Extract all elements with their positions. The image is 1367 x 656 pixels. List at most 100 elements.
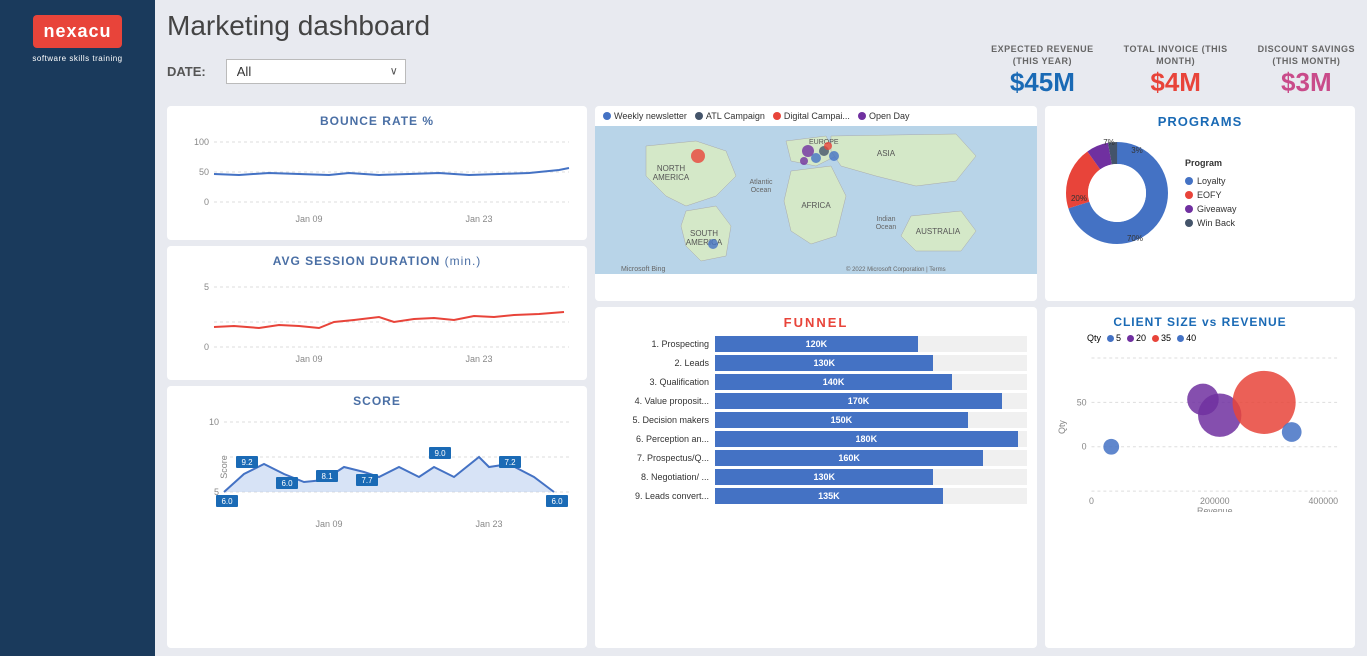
legend-label-digital: Digital Campai... <box>784 111 850 121</box>
funnel-bar-wrap-7: 130K <box>715 469 1027 485</box>
svg-text:0: 0 <box>204 197 209 207</box>
programs-legend: Program Loyalty EOFY Giveaway <box>1185 158 1237 228</box>
funnel-row-5: 6. Perception an... 180K <box>605 431 1027 447</box>
funnel-bar-value-4: 150K <box>831 415 853 425</box>
funnel-bar-wrap-8: 135K <box>715 488 1027 504</box>
page-header: Marketing dashboard DATE: All EXPECTED R… <box>167 10 1355 98</box>
funnel-label-5: 6. Perception an... <box>605 434 715 444</box>
funnel-bar-2: 140K <box>715 374 952 390</box>
svg-text:SOUTH: SOUTH <box>690 229 718 238</box>
client-legend-35: 35 <box>1152 333 1171 343</box>
map-body: NORTH AMERICA SOUTH AMERICA ASIA AFRICA … <box>595 126 1037 274</box>
funnel-row-0: 1. Prospecting 120K <box>605 336 1027 352</box>
client-size-title: CLIENT SIZE vs REVENUE <box>1057 315 1343 329</box>
prog-label-loyalty: Loyalty <box>1197 176 1226 186</box>
funnel-bar-wrap-5: 180K <box>715 431 1027 447</box>
svg-text:3%: 3% <box>1131 146 1143 155</box>
svg-text:20%: 20% <box>1071 194 1087 203</box>
svg-text:50: 50 <box>1077 398 1087 408</box>
middle-column: Weekly newsletter ATL Campaign Digital C… <box>595 106 1037 648</box>
logo-subtitle: software skills training <box>32 54 122 63</box>
funnel-bar-3: 170K <box>715 393 1002 409</box>
client-size-chart: 50 0 0 200000 400000 Qty Revenue <box>1057 347 1343 512</box>
legend-weekly-newsletter: Weekly newsletter <box>603 111 687 121</box>
svg-text:0: 0 <box>204 342 209 352</box>
map-legend: Weekly newsletter ATL Campaign Digital C… <box>595 106 1037 126</box>
svg-text:Qty: Qty <box>1057 420 1067 434</box>
top-bar: DATE: All EXPECTED REVENUE(THIS YEAR) $4… <box>167 44 1355 98</box>
svg-text:6.0: 6.0 <box>281 479 293 488</box>
svg-text:70%: 70% <box>1127 234 1143 243</box>
svg-text:6.0: 6.0 <box>221 497 233 506</box>
funnel-bar-wrap-6: 160K <box>715 450 1027 466</box>
funnel-row-6: 7. Prospectus/Q... 160K <box>605 450 1027 466</box>
kpi-discount-savings: DISCOUNT SAVINGS(THIS MONTH) $3M <box>1258 44 1355 98</box>
svg-text:5: 5 <box>204 282 209 292</box>
svg-text:Ocean: Ocean <box>751 187 772 194</box>
svg-text:0: 0 <box>1089 496 1094 506</box>
date-select[interactable]: All <box>226 59 406 84</box>
world-map-svg: NORTH AMERICA SOUTH AMERICA ASIA AFRICA … <box>595 126 1037 274</box>
programs-legend-title: Program <box>1185 158 1237 168</box>
bounce-rate-title: BOUNCE RATE % <box>179 114 575 128</box>
svg-text:AFRICA: AFRICA <box>801 201 831 210</box>
prog-label-eofy: EOFY <box>1197 190 1222 200</box>
client-size-card: CLIENT SIZE vs REVENUE Qty 5 20 35 40 <box>1045 307 1355 648</box>
logo: nexacu <box>33 15 121 48</box>
funnel-bar-7: 130K <box>715 469 933 485</box>
map-card: Weekly newsletter ATL Campaign Digital C… <box>595 106 1037 301</box>
score-card: SCORE 10 5 Score 6.0 <box>167 386 587 648</box>
legend-atl: ATL Campaign <box>695 111 765 121</box>
legend-openday: Open Day <box>858 111 910 121</box>
bounce-rate-chart: 100 50 0 Jan 09 Jan 23 <box>179 132 575 227</box>
funnel-bar-8: 135K <box>715 488 943 504</box>
legend-digital: Digital Campai... <box>773 111 850 121</box>
kpi-expected-revenue: EXPECTED REVENUE(THIS YEAR) $45M <box>991 44 1094 98</box>
svg-text:100: 100 <box>194 137 209 147</box>
svg-text:NORTH: NORTH <box>657 164 686 173</box>
prog-dot-giveaway <box>1185 205 1193 213</box>
date-label: DATE: <box>167 64 206 79</box>
avg-session-chart: 5 0 Jan 09 Jan 23 <box>179 272 575 367</box>
client-size-legend: Qty 5 20 35 40 <box>1087 333 1343 343</box>
date-select-wrap[interactable]: All <box>226 59 406 84</box>
funnel-bar-value-3: 170K <box>848 396 870 406</box>
svg-text:AMERICA: AMERICA <box>653 173 690 182</box>
prog-legend-eofy: EOFY <box>1185 190 1237 200</box>
svg-text:Ocean: Ocean <box>876 224 897 231</box>
svg-text:7.7: 7.7 <box>361 476 373 485</box>
legend-dot-openday <box>858 112 866 120</box>
donut-svg: 70% 20% 7% 3% <box>1057 133 1177 253</box>
svg-text:400000: 400000 <box>1308 496 1338 506</box>
funnel-label-7: 8. Negotiation/ ... <box>605 472 715 482</box>
funnel-bar-value-6: 160K <box>838 453 860 463</box>
funnel-bar-6: 160K <box>715 450 983 466</box>
svg-text:Jan 23: Jan 23 <box>475 519 502 529</box>
svg-text:Atlantic: Atlantic <box>750 179 773 186</box>
avg-session-card: AVG SESSION DURATION (min.) 5 0 Jan 09 J… <box>167 246 587 380</box>
main-content: Marketing dashboard DATE: All EXPECTED R… <box>155 0 1367 656</box>
funnel-bar-wrap-0: 120K <box>715 336 1027 352</box>
svg-text:0: 0 <box>1082 442 1087 452</box>
kpi-total-invoice: TOTAL INVOICE (THISMONTH) $4M <box>1124 44 1228 98</box>
kpi-total-invoice-value: $4M <box>1124 67 1228 98</box>
score-chart: 10 5 Score 6.0 9.2 6.0 8.1 <box>179 412 575 562</box>
svg-text:8.1: 8.1 <box>321 472 333 481</box>
svg-text:AUSTRALIA: AUSTRALIA <box>916 227 961 236</box>
score-title: SCORE <box>179 394 575 408</box>
avg-session-title: AVG SESSION DURATION (min.) <box>179 254 575 268</box>
funnel-bar-wrap-3: 170K <box>715 393 1027 409</box>
svg-text:Score: Score <box>219 456 229 480</box>
funnel-bar-value-8: 135K <box>818 491 840 501</box>
left-column: BOUNCE RATE % 100 50 0 Jan 09 Jan 23 <box>167 106 587 648</box>
svg-text:Indian: Indian <box>876 216 895 223</box>
funnel-row-4: 5. Decision makers 150K <box>605 412 1027 428</box>
svg-text:200000: 200000 <box>1200 496 1230 506</box>
client-legend-5: 5 <box>1107 333 1121 343</box>
right-column: PROGRAMS 70% 20% <box>1045 106 1355 648</box>
sidebar: nexacu software skills training <box>0 0 155 656</box>
legend-dot-digital <box>773 112 781 120</box>
client-qty-label: Qty <box>1087 333 1101 343</box>
funnel-row-1: 2. Leads 130K <box>605 355 1027 371</box>
prog-legend-giveaway: Giveaway <box>1185 204 1237 214</box>
